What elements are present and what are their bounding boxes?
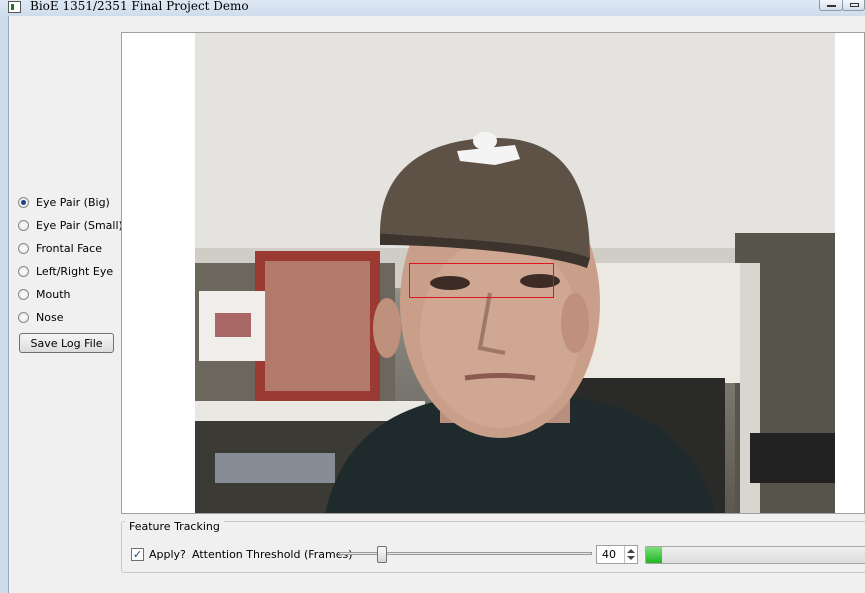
group-title: Feature Tracking bbox=[125, 520, 224, 533]
radio-left-right-eye[interactable]: Left/Right Eye bbox=[18, 263, 113, 279]
video-panel bbox=[121, 32, 865, 514]
webcam-feed-image bbox=[195, 33, 835, 513]
minimize-icon bbox=[827, 5, 836, 7]
radio-button[interactable] bbox=[18, 196, 29, 208]
radio-button[interactable] bbox=[18, 219, 29, 231]
eye-pair-detection-box bbox=[409, 263, 554, 298]
radio-nose[interactable]: Nose bbox=[18, 309, 63, 325]
spinbox-buttons[interactable] bbox=[624, 546, 637, 563]
radio-eye-pair-small[interactable]: Eye Pair (Small) bbox=[18, 217, 123, 233]
radio-label: Mouth bbox=[36, 287, 71, 301]
radio-label: Frontal Face bbox=[36, 241, 102, 255]
maximize-icon bbox=[850, 3, 859, 7]
apply-checkbox[interactable]: ✓ bbox=[131, 548, 144, 561]
radio-frontal-face[interactable]: Frontal Face bbox=[18, 240, 102, 256]
spin-up-icon[interactable] bbox=[627, 549, 635, 553]
window-frame-edge bbox=[8, 16, 9, 593]
threshold-spinbox[interactable]: 40 bbox=[596, 545, 638, 564]
threshold-slider-handle[interactable] bbox=[377, 546, 387, 563]
checkmark-icon: ✓ bbox=[132, 548, 143, 561]
maximize-button[interactable] bbox=[842, 0, 865, 11]
title-bar: BioE 1351/2351 Final Project Demo bbox=[0, 0, 865, 16]
radio-mouth[interactable]: Mouth bbox=[18, 286, 70, 302]
radio-eye-pair-big[interactable]: Eye Pair (Big) bbox=[18, 194, 110, 210]
window-title: BioE 1351/2351 Final Project Demo bbox=[30, 0, 249, 13]
radio-label: Left/Right Eye bbox=[36, 264, 114, 278]
save-log-file-button[interactable]: Save Log File bbox=[19, 333, 114, 353]
minimize-button[interactable] bbox=[819, 0, 843, 11]
radio-label: Eye Pair (Big) bbox=[36, 195, 110, 209]
radio-button[interactable] bbox=[18, 242, 29, 254]
apply-label: Apply? bbox=[149, 548, 186, 561]
radio-label: Nose bbox=[36, 310, 64, 324]
spinbox-value[interactable]: 40 bbox=[602, 548, 616, 561]
radio-button[interactable] bbox=[18, 311, 29, 323]
attention-progress-bar bbox=[645, 546, 865, 564]
app-icon[interactable] bbox=[8, 1, 21, 13]
radio-button[interactable] bbox=[18, 265, 29, 277]
progress-fill bbox=[646, 547, 662, 563]
radio-label: Eye Pair (Small) bbox=[36, 218, 123, 232]
spin-down-icon[interactable] bbox=[627, 556, 635, 560]
radio-button[interactable] bbox=[18, 288, 29, 300]
attention-threshold-label: Attention Threshold (Frames) bbox=[192, 548, 353, 561]
